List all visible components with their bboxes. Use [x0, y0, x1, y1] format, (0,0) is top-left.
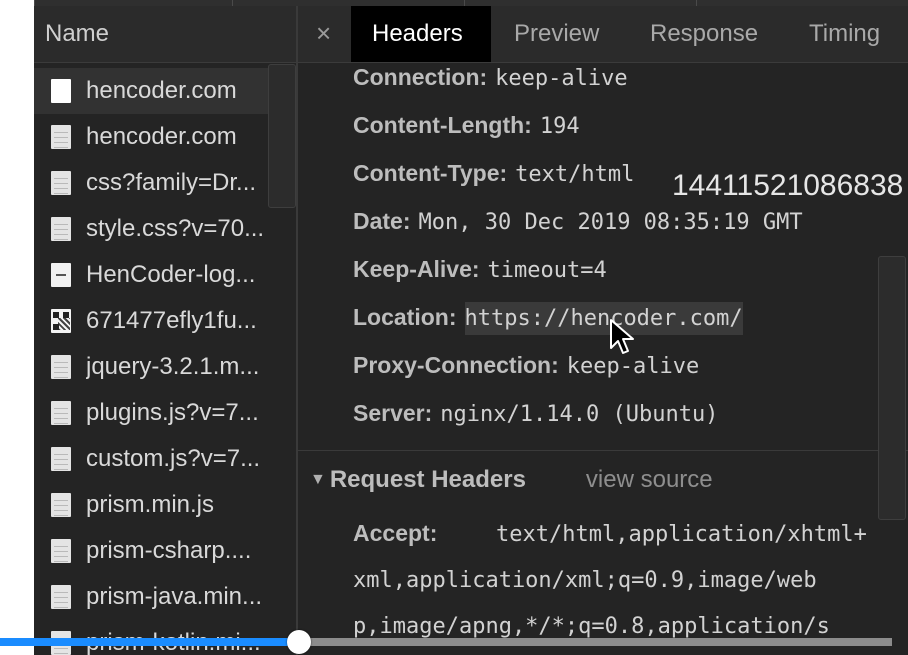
- request-detail-panel: × Headers Preview Response Timing Connec…: [298, 6, 908, 655]
- tab-timing[interactable]: Timing: [792, 6, 908, 62]
- expand-triangle-icon[interactable]: ▼: [310, 471, 326, 488]
- header-value-link[interactable]: https://hencoder.com/: [464, 302, 743, 335]
- view-source-link[interactable]: view source: [586, 466, 713, 493]
- file-icon: [51, 401, 71, 425]
- header-value: Mon, 30 Dec 2019 08:35:19 GMT: [418, 210, 803, 235]
- tab-label: Timing: [809, 20, 881, 47]
- request-row[interactable]: css?family=Dr...: [34, 160, 296, 206]
- request-row[interactable]: plugins.js?v=7...: [34, 390, 296, 436]
- header-key: Content-Length:: [353, 112, 532, 138]
- request-list-scrollbar[interactable]: [268, 64, 296, 208]
- request-row[interactable]: hencoder.com: [34, 68, 296, 114]
- video-progress-fill: [0, 638, 299, 646]
- header-value: text/html: [515, 162, 635, 187]
- header-key: Date:: [353, 208, 411, 234]
- file-icon: [51, 493, 71, 517]
- tab-response[interactable]: Response: [630, 6, 778, 62]
- name-column-label: Name: [45, 20, 110, 47]
- request-name: HenCoder-log...: [86, 261, 256, 288]
- header-value: 194: [539, 114, 580, 139]
- request-row[interactable]: prism-java.min...: [34, 574, 296, 620]
- header-value: timeout=4: [487, 258, 607, 283]
- request-headers-section[interactable]: ▼ Request Headers view source: [310, 466, 713, 494]
- request-row[interactable]: hencoder.com: [34, 114, 296, 160]
- request-row[interactable]: prism.min.js: [34, 482, 296, 528]
- request-list: Name hencoder.com hencoder.com css?famil…: [34, 6, 296, 655]
- file-icon: [51, 125, 71, 149]
- request-name: hencoder.com: [86, 77, 237, 104]
- file-icon: [51, 539, 71, 563]
- header-value: p,image/apng,*/*;q=0.8,application/s: [353, 614, 830, 639]
- header-key: Keep-Alive:: [353, 256, 480, 282]
- header-row: Connection: keep-alive: [353, 64, 628, 104]
- tab-label: Response: [650, 20, 759, 47]
- tab-headers[interactable]: Headers: [351, 6, 491, 62]
- name-column-header[interactable]: Name: [34, 6, 296, 63]
- request-name: prism-java.min...: [86, 583, 263, 610]
- header-row: Server: nginx/1.14.0 (Ubuntu): [353, 400, 718, 440]
- header-key: Location:: [353, 304, 457, 330]
- request-name: style.css?v=70...: [86, 215, 265, 242]
- request-name: jquery-3.2.1.m...: [86, 353, 260, 380]
- header-row: Date: Mon, 30 Dec 2019 08:35:19 GMT: [353, 208, 803, 248]
- request-row[interactable]: prism-csharp....: [34, 528, 296, 574]
- detail-tabbar: × Headers Preview Response Timing: [298, 6, 908, 63]
- header-key: Connection:: [353, 64, 488, 90]
- header-key: Accept:: [353, 520, 438, 546]
- header-key: Proxy-Connection:: [353, 352, 559, 378]
- request-row[interactable]: HenCoder-log...: [34, 252, 296, 298]
- overlay-number: 14411521086838: [672, 169, 904, 202]
- video-progress-knob[interactable]: [287, 630, 311, 654]
- request-name: css?family=Dr...: [86, 169, 257, 196]
- header-value: xml,application/xml;q=0.9,image/web: [353, 568, 817, 593]
- devtools-network-panel: Name hencoder.com hencoder.com css?famil…: [34, 0, 908, 655]
- file-icon: [51, 217, 71, 241]
- header-value: nginx/1.14.0 (Ubuntu): [440, 402, 719, 427]
- request-name: prism-csharp....: [86, 537, 252, 564]
- tab-label: Preview: [514, 20, 600, 47]
- header-key: Content-Type:: [353, 160, 508, 186]
- header-row: Content-Type: text/html: [353, 160, 634, 200]
- header-value: keep-alive: [495, 66, 628, 91]
- tab-label: Headers: [372, 20, 463, 47]
- request-name: 671477efly1fu...: [86, 307, 257, 334]
- request-name: prism.min.js: [86, 491, 215, 518]
- header-key: Server:: [353, 400, 433, 426]
- file-icon: [51, 447, 71, 471]
- detail-scrollbar[interactable]: [878, 256, 906, 520]
- header-row: Content-Length: 194: [353, 112, 580, 152]
- request-row[interactable]: jquery-3.2.1.m...: [34, 344, 296, 390]
- image-logo-icon: [51, 263, 71, 287]
- section-title: Request Headers: [329, 466, 526, 493]
- header-row: Keep-Alive: timeout=4: [353, 256, 607, 296]
- request-row[interactable]: style.css?v=70...: [34, 206, 296, 252]
- close-icon[interactable]: ×: [316, 18, 331, 49]
- header-row: Proxy-Connection: keep-alive: [353, 352, 699, 392]
- header-row: Location: https://hencoder.com/: [353, 302, 743, 344]
- mouse-pointer-icon: [610, 319, 634, 354]
- request-name: plugins.js?v=7...: [86, 399, 259, 426]
- image-qr-icon: [51, 309, 71, 333]
- request-row[interactable]: custom.js?v=7...: [34, 436, 296, 482]
- request-row[interactable]: 671477efly1fu...: [34, 298, 296, 344]
- section-divider: [298, 450, 908, 451]
- file-icon: [51, 355, 71, 379]
- tab-preview[interactable]: Preview: [491, 6, 615, 62]
- file-icon: [51, 171, 71, 195]
- file-icon: [51, 585, 71, 609]
- document-icon: [51, 79, 71, 103]
- request-name: hencoder.com: [86, 123, 237, 150]
- request-name: custom.js?v=7...: [86, 445, 261, 472]
- header-value: text/html,application/xhtml+: [496, 522, 867, 547]
